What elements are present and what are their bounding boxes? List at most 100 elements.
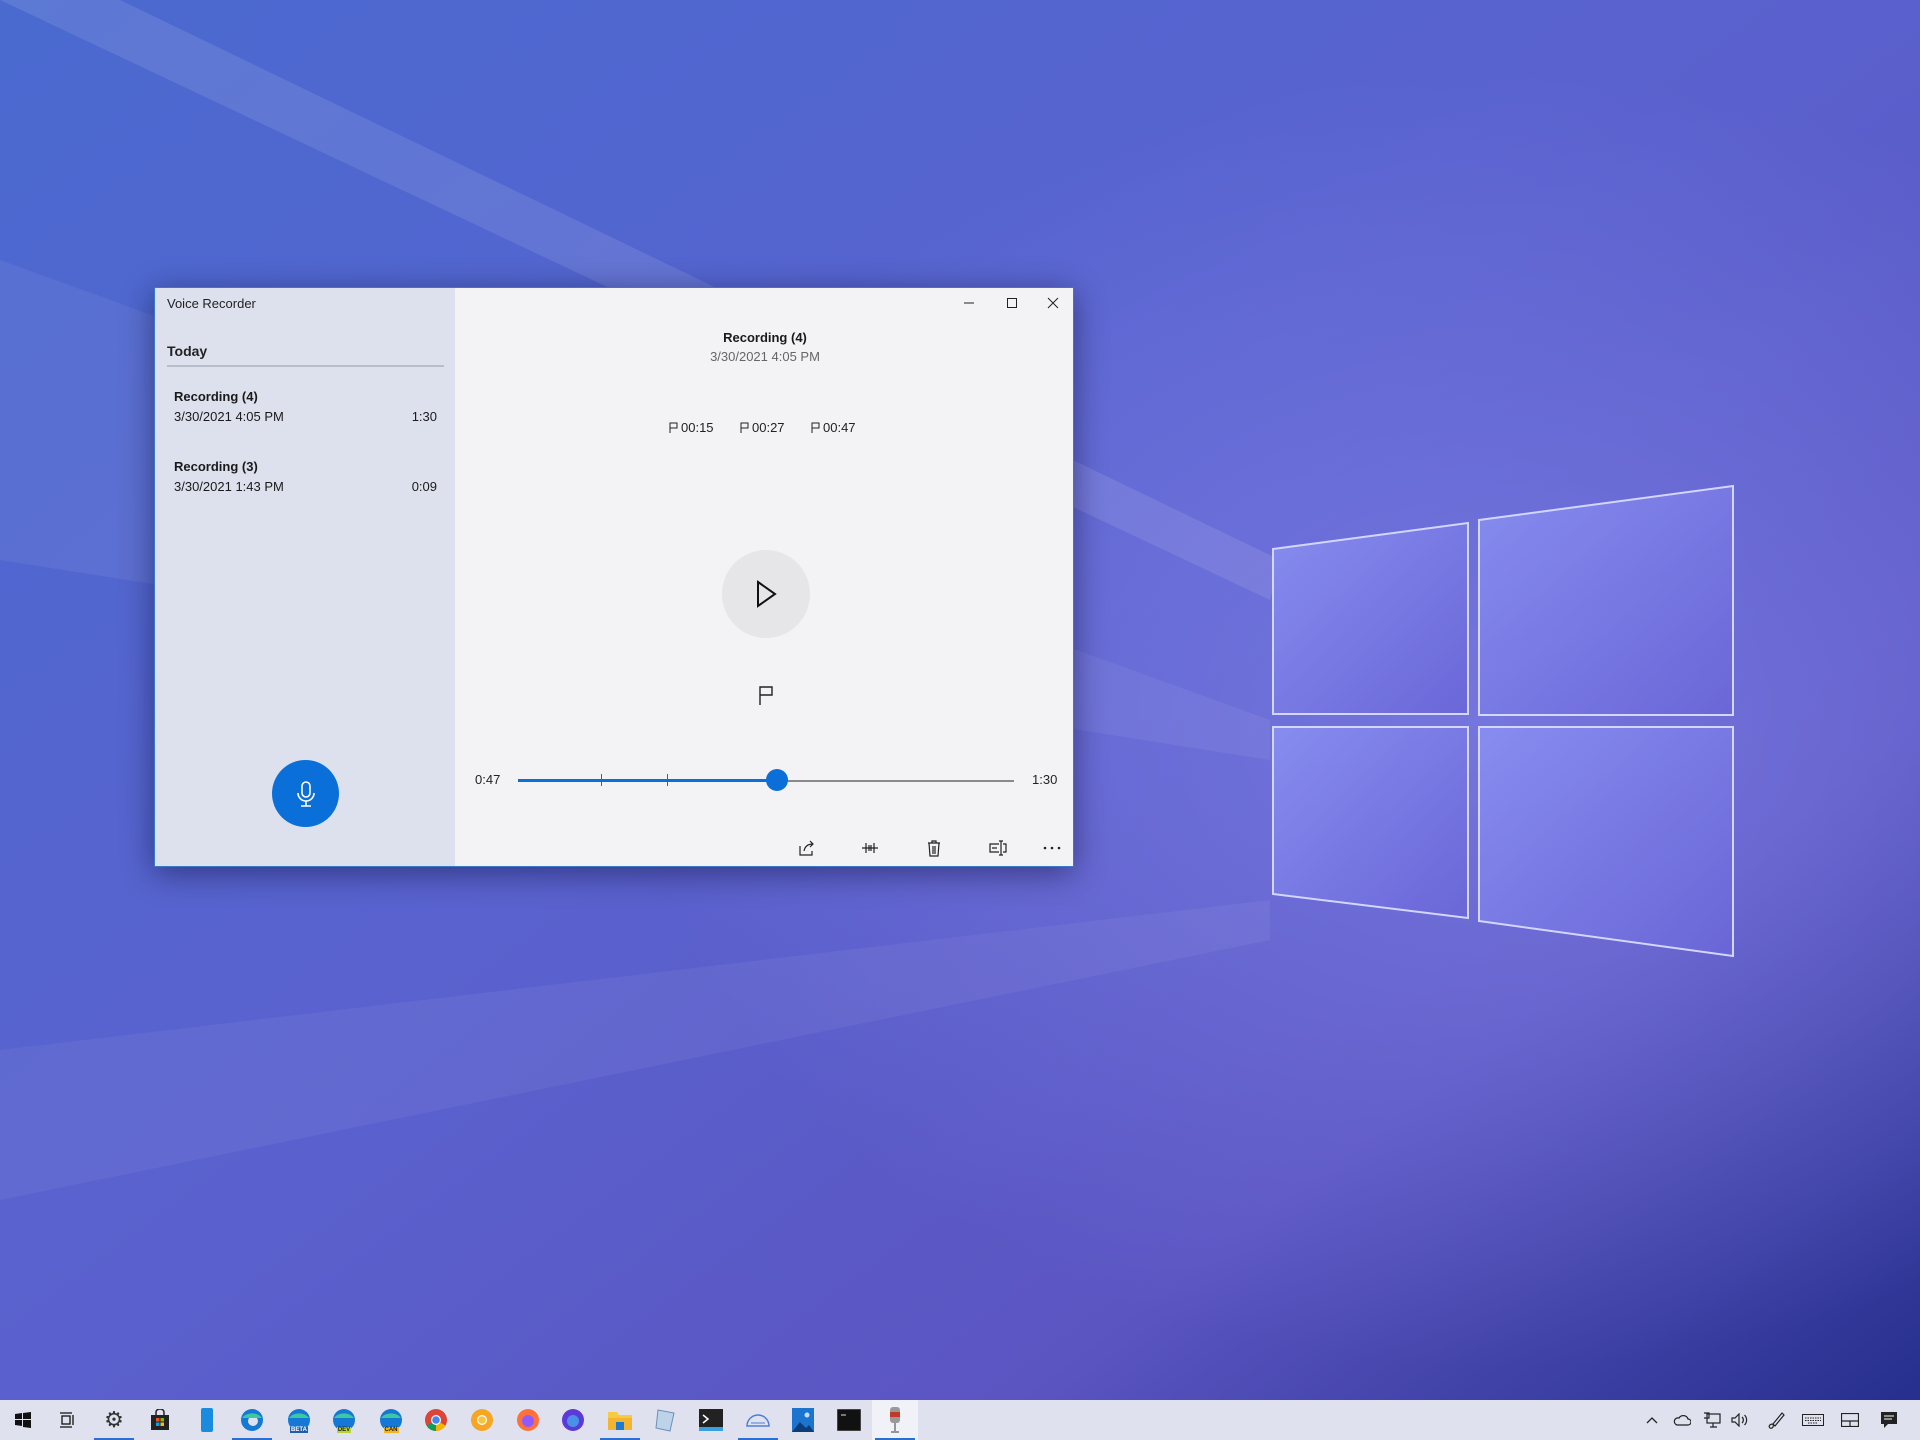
marker-item[interactable]: 00:27 <box>740 420 785 435</box>
minimize-button[interactable] <box>947 288 991 318</box>
recording-name: Recording (3) <box>174 459 258 474</box>
recording-list-item[interactable]: Recording (3) 3/30/2021 1:43 PM 0:09 <box>155 459 455 523</box>
gear-icon: ⚙ <box>104 1407 124 1432</box>
minimize-icon <box>964 302 974 304</box>
recording-date: 3/30/2021 4:05 PM <box>174 409 284 424</box>
flag-icon <box>669 422 678 433</box>
pen-icon <box>1768 1412 1785 1429</box>
recording-date-header: 3/30/2021 4:05 PM <box>710 349 820 364</box>
taskbar-edge-dev[interactable]: DEV <box>321 1400 367 1440</box>
onedrive-button[interactable] <box>1667 1400 1697 1440</box>
group-header-today: Today <box>167 343 208 359</box>
recordings-sidebar: Voice Recorder Today Recording (4) 3/30/… <box>155 288 455 866</box>
pen-workspace-button[interactable] <box>1761 1400 1791 1440</box>
close-icon <box>1047 297 1059 309</box>
terminal-icon <box>699 1409 723 1431</box>
show-hidden-icons-button[interactable] <box>1637 1400 1667 1440</box>
app-title: Voice Recorder <box>167 296 256 311</box>
chrome-canary-icon <box>471 1409 493 1431</box>
taskbar-phone[interactable] <box>184 1400 230 1440</box>
touch-keyboard-button[interactable] <box>1798 1400 1828 1440</box>
canary-badge: CAN <box>383 1427 399 1433</box>
windows-logo-icon <box>15 1412 31 1428</box>
share-button[interactable] <box>790 836 824 860</box>
firefox-nightly-icon <box>562 1409 584 1431</box>
seek-progress <box>518 779 778 782</box>
marker-time: 00:47 <box>823 420 856 435</box>
marker-time: 00:15 <box>681 420 714 435</box>
play-button[interactable] <box>722 550 810 638</box>
marker-item[interactable]: 00:15 <box>669 420 714 435</box>
beta-badge: BETA <box>290 1427 308 1433</box>
taskbar-edge-canary[interactable]: CAN <box>368 1400 414 1440</box>
dev-badge: DEV <box>336 1427 352 1433</box>
taskbar-notepad[interactable] <box>642 1400 688 1440</box>
play-icon <box>757 580 777 608</box>
taskbar-settings[interactable]: ⚙ <box>91 1400 137 1440</box>
maximize-button[interactable] <box>990 288 1034 318</box>
taskbar-terminal[interactable] <box>688 1400 734 1440</box>
taskbar-snip[interactable] <box>735 1400 781 1440</box>
marker-tick <box>666 774 668 786</box>
taskbar-command-prompt[interactable] <box>826 1400 872 1440</box>
command-prompt-icon <box>837 1409 861 1431</box>
delete-icon <box>928 839 940 857</box>
taskbar-firefox-nightly[interactable] <box>550 1400 596 1440</box>
taskbar-photos[interactable] <box>780 1400 826 1440</box>
touchpad-icon <box>1841 1413 1859 1427</box>
keyboard-icon <box>1802 1414 1824 1426</box>
rename-icon <box>989 840 1007 856</box>
volume-button[interactable] <box>1725 1400 1755 1440</box>
more-icon <box>1043 846 1061 850</box>
rename-button[interactable] <box>981 836 1015 860</box>
add-marker-button[interactable] <box>753 682 779 708</box>
voice-recorder-window: Voice Recorder Today Recording (4) 3/30/… <box>154 287 1074 867</box>
seek-thumb[interactable] <box>766 769 789 791</box>
task-view-button[interactable] <box>44 1400 90 1440</box>
edge-icon <box>241 1409 263 1431</box>
folder-icon <box>608 1412 632 1430</box>
flag-icon <box>740 422 749 433</box>
trim-icon <box>862 843 878 853</box>
notepad-icon <box>655 1409 675 1432</box>
trim-button[interactable] <box>853 836 887 860</box>
marker-time: 00:27 <box>752 420 785 435</box>
close-button[interactable] <box>1031 288 1075 318</box>
cloud-icon <box>1673 1414 1691 1426</box>
taskbar-store[interactable] <box>137 1400 183 1440</box>
taskbar-voice-recorder[interactable] <box>872 1400 918 1440</box>
recording-list-item[interactable]: Recording (4) 3/30/2021 4:05 PM 1:30 <box>155 389 455 453</box>
notifications-icon <box>1881 1412 1897 1428</box>
maximize-icon <box>1007 298 1017 308</box>
marker-tick <box>600 774 602 786</box>
total-time: 1:30 <box>1032 772 1058 787</box>
chevron-up-icon <box>1646 1417 1658 1424</box>
flag-icon <box>759 686 773 705</box>
record-button[interactable] <box>272 760 339 827</box>
network-button[interactable] <box>1697 1400 1727 1440</box>
store-icon <box>151 1409 169 1430</box>
taskbar-edge-beta[interactable]: BETA <box>276 1400 322 1440</box>
firefox-icon <box>517 1409 539 1431</box>
photos-icon <box>792 1408 814 1432</box>
start-button[interactable] <box>0 1400 46 1440</box>
taskbar-chrome-canary[interactable] <box>459 1400 505 1440</box>
divider <box>167 365 444 367</box>
more-button[interactable] <box>1035 836 1069 860</box>
task-view-icon <box>60 1412 74 1428</box>
taskbar-file-explorer[interactable] <box>597 1400 643 1440</box>
flag-icon <box>811 422 820 433</box>
touchpad-button[interactable] <box>1835 1400 1865 1440</box>
action-center-button[interactable] <box>1874 1400 1904 1440</box>
recording-title: Recording (4) <box>723 330 807 345</box>
volume-icon <box>1731 1413 1748 1427</box>
snip-icon <box>746 1414 770 1427</box>
microphone-icon <box>296 780 315 807</box>
recording-duration: 0:09 <box>411 479 437 494</box>
taskbar-firefox[interactable] <box>505 1400 551 1440</box>
taskbar-edge[interactable] <box>229 1400 275 1440</box>
delete-button[interactable] <box>917 836 951 860</box>
share-icon <box>799 840 814 856</box>
taskbar-chrome[interactable] <box>413 1400 459 1440</box>
marker-item[interactable]: 00:47 <box>811 420 856 435</box>
